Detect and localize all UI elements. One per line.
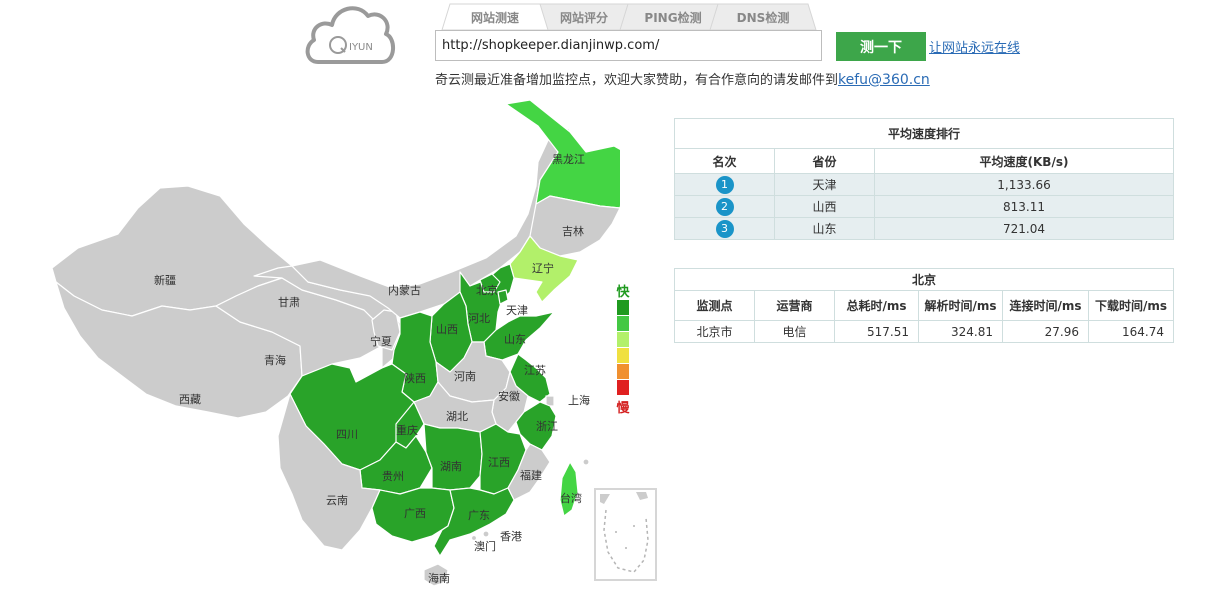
legend-slow-label: 慢: [616, 401, 630, 416]
label-aomen: 澳门: [474, 539, 496, 553]
label-guangxi: 广西: [404, 507, 426, 520]
label-ningxia: 宁夏: [370, 334, 392, 348]
total-cell: 517.51: [834, 320, 919, 343]
label-guangdong: 广东: [468, 509, 490, 522]
column-header-connect: 连接时间/ms: [1002, 290, 1089, 321]
sponsor-notice: 奇云测最近准备增加监控点，欢迎大家赞助，有合作意向的请发邮件到kefu@360.…: [435, 69, 930, 88]
label-hebei: 河北: [468, 312, 490, 325]
legend-swatch: [617, 348, 629, 363]
label-jilin: 吉林: [562, 224, 584, 238]
city-detail-table: 北京 监测点 运营商 总耗时/ms 解析时间/ms 连接时间/ms 下载时间/m…: [674, 268, 1174, 343]
province-cell: 天津: [774, 173, 875, 196]
label-taiwan: 台湾: [560, 491, 582, 505]
page: IYUN 网站测速 网站评分 PING检测 DNS检测 测一下 让网站永远在线 …: [0, 0, 1205, 590]
rank-badge: 3: [715, 219, 734, 238]
label-gansu: 甘肃: [278, 296, 300, 309]
test-button[interactable]: 测一下: [836, 32, 926, 61]
china-speed-map: 黑龙江 吉林 辽宁 内蒙古 新疆 甘肃 青海 西藏 宁夏 陕西 山西 河北 北京…: [51, 99, 620, 587]
legend-swatch: [617, 332, 629, 347]
qiyun-logo[interactable]: IYUN: [300, 0, 400, 70]
column-header-speed: 平均速度(KB/s): [874, 148, 1174, 174]
table-row: 2 山西 813.11: [674, 195, 1174, 218]
label-jiangsu: 江苏: [524, 364, 546, 377]
legend-swatch: [617, 380, 629, 395]
label-hunan: 湖南: [440, 460, 462, 473]
rank-badge: 2: [715, 197, 734, 216]
tab-site-speed[interactable]: 网站测速: [440, 3, 550, 30]
point-cell: 北京市: [674, 320, 755, 343]
province-taiwan[interactable]: [559, 461, 579, 517]
logo-text: IYUN: [349, 42, 373, 53]
tab-label: DNS检测: [736, 11, 790, 25]
keep-online-link[interactable]: 让网站永远在线: [929, 37, 1020, 56]
label-anhui: 安徽: [498, 389, 520, 403]
column-header-point: 监测点: [674, 290, 755, 321]
label-neimenggu: 内蒙古: [388, 283, 421, 297]
table-row: 1 天津 1,133.66: [674, 173, 1174, 196]
islands-inset-map: [600, 492, 649, 573]
tool-tabs: 网站测速 网站评分 PING检测 DNS检测: [440, 3, 830, 30]
column-header-dns: 解析时间/ms: [918, 290, 1003, 321]
column-header-download: 下载时间/ms: [1088, 290, 1174, 321]
label-qinghai: 青海: [264, 353, 286, 367]
province-tianjin[interactable]: [497, 289, 509, 305]
label-henan: 河南: [454, 370, 476, 383]
label-guizhou: 贵州: [382, 470, 404, 483]
legend-swatch: [617, 300, 629, 315]
province-cell: 山西: [774, 195, 875, 218]
legend-fast-label: 快: [616, 285, 630, 300]
ranking-title: 平均速度排行: [674, 118, 1174, 149]
rank-badge: 1: [715, 175, 734, 194]
province-xianggang[interactable]: [482, 530, 490, 538]
column-header-isp: 运营商: [754, 290, 835, 321]
label-shanxi: 山西: [436, 323, 458, 336]
url-input[interactable]: [435, 30, 822, 61]
label-jiangxi: 江西: [488, 456, 510, 469]
legend-swatch: [617, 364, 629, 379]
label-sichuan: 四川: [336, 428, 358, 441]
connect-cell: 27.96: [1002, 320, 1089, 343]
province-cell: 山东: [774, 217, 875, 240]
label-heilongjiang: 黑龙江: [552, 153, 585, 166]
south-china-sea-inset: [594, 488, 657, 581]
label-tianjin: 天津: [506, 304, 528, 317]
download-cell: 164.74: [1088, 320, 1174, 343]
speed-cell: 721.04: [874, 217, 1174, 240]
column-header-total: 总耗时/ms: [834, 290, 919, 321]
label-hubei: 湖北: [446, 410, 468, 423]
label-zhejiang: 浙江: [536, 420, 558, 433]
province-hunan[interactable]: [423, 423, 483, 491]
dns-cell: 324.81: [918, 320, 1003, 343]
cloud-logo-icon: IYUN: [305, 6, 395, 64]
contact-email-link[interactable]: kefu@360.cn: [838, 72, 930, 88]
label-shaanxi: 陕西: [404, 371, 426, 385]
island-dot: [582, 458, 590, 466]
label-chongqing: 重庆: [396, 423, 418, 437]
label-xizang: 西藏: [179, 393, 201, 406]
speed-cell: 813.11: [874, 195, 1174, 218]
label-xinjiang: 新疆: [154, 273, 176, 287]
tab-label: 网站测速: [470, 11, 519, 25]
speed-legend: 快 慢: [611, 281, 635, 416]
label-shandong: 山东: [504, 333, 526, 346]
label-xianggang: 香港: [500, 530, 522, 543]
label-fujian: 福建: [520, 468, 542, 482]
legend-swatch: [617, 316, 629, 331]
speed-cell: 1,133.66: [874, 173, 1174, 196]
label-hainan: 海南: [428, 571, 450, 585]
notice-text: 奇云测最近准备增加监控点，欢迎大家赞助，有合作意向的请发邮件到: [435, 73, 839, 88]
column-header-province: 省份: [774, 148, 875, 174]
label-shanghai: 上海: [568, 393, 590, 407]
table-row: 北京市 电信 517.51 324.81 27.96 164.74: [674, 320, 1174, 343]
column-header-rank: 名次: [674, 148, 775, 174]
label-yunnan: 云南: [326, 494, 348, 507]
tab-dns[interactable]: DNS检测: [708, 3, 818, 30]
isp-cell: 电信: [754, 320, 835, 343]
city-title: 北京: [674, 268, 1174, 291]
average-speed-ranking-table: 平均速度排行 名次 省份 平均速度(KB/s) 1 天津 1,133.66 2 …: [674, 118, 1174, 240]
label-liaoning: 辽宁: [532, 261, 554, 275]
table-row: 3 山东 721.04: [674, 217, 1174, 240]
label-beijing: 北京: [476, 283, 498, 297]
